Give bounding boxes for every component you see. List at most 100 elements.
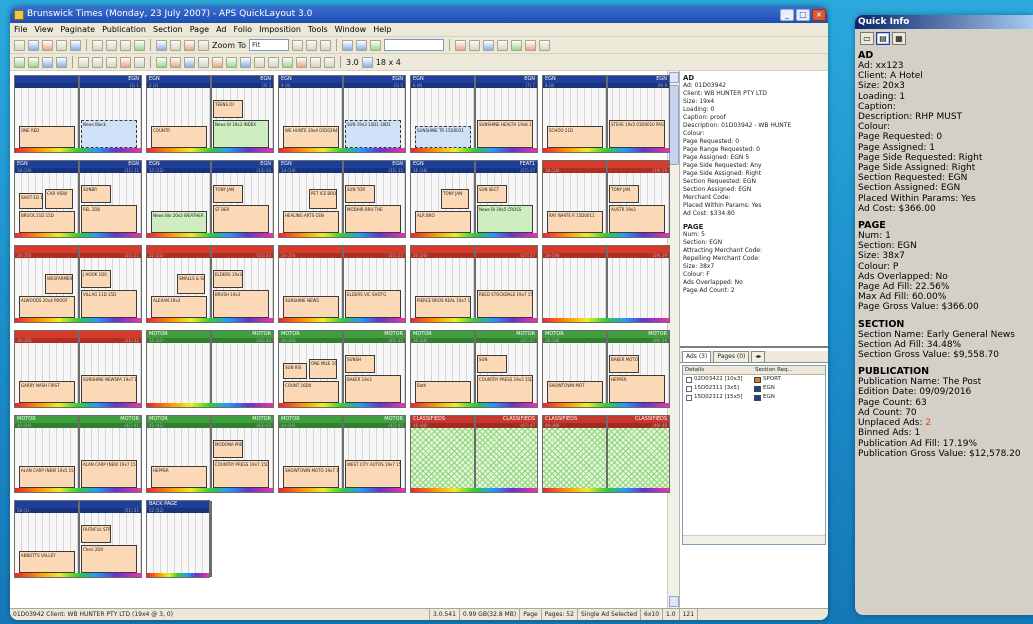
menu-section[interactable]: Section (153, 23, 183, 36)
ad-block[interactable]: News Bl 19x3 INDEX (213, 120, 269, 148)
zoom-out-icon[interactable] (306, 39, 318, 51)
grid-size-icon[interactable] (361, 56, 373, 68)
ad-block[interactable]: COUNTR (151, 126, 207, 148)
menu-publication[interactable]: Publication (102, 23, 146, 36)
menu-view[interactable]: View (34, 23, 53, 36)
tab-pages[interactable]: Pages (0) (713, 351, 750, 362)
page-spread[interactable]: MOTOR MOTOR 34 (34) (35) 35 BAKER 19x3 COUNT … (278, 330, 406, 408)
bin-icon[interactable] (455, 39, 467, 51)
ad-block[interactable]: HEALING ARTS CEN (283, 211, 339, 233)
ad-block[interactable]: PET ICE BRO (309, 189, 337, 209)
add-page-icon[interactable] (156, 56, 167, 68)
scroll-up-arrow[interactable] (669, 72, 679, 83)
save-icon[interactable] (42, 39, 53, 51)
ad-block[interactable]: MODHIR BRU THE (345, 205, 401, 233)
page-spread[interactable]: EGN EGN 12 (12) (13) 13 ST BER News Blo 20x3 … (146, 160, 274, 238)
page-spread[interactable]: EGNEGN6 (6)(7) 7SUNSHINE HEALTH 19x8 15D… (410, 75, 538, 153)
column-details[interactable]: Details (683, 366, 753, 374)
ad-block[interactable]: ABBOTTS VALLEY (19, 551, 75, 573)
row-checkbox[interactable] (686, 394, 692, 401)
page-spread[interactable]: 22 (22) (23) 23 BRUSH 19x3 ALEXAN 19x3 ELDER… (146, 245, 274, 323)
ad-block[interactable]: News Blo 20x3 WEATHER (151, 211, 207, 233)
view-details-icon[interactable]: ▤ (876, 32, 890, 45)
ad-block[interactable]: WE HUNTE 19x4 01D03942 proof (283, 126, 339, 148)
distribute-icon[interactable] (324, 56, 335, 68)
menu-paginate[interactable]: Paginate (60, 23, 95, 36)
section-icon[interactable] (212, 56, 223, 68)
page-spread[interactable]: EGN EGN 4 (4) (5) 5 SUN 19x3 14D1 18D1 WE HUN… (278, 75, 406, 153)
spread-page-area[interactable] (147, 513, 209, 573)
move-icon[interactable] (78, 56, 89, 68)
ad-block[interactable]: SUNSHINE NEWSPA 19x7 15D0230 PROPERTY GU… (81, 375, 137, 403)
ad-block[interactable]: SHOWTOWN MOT (547, 381, 603, 403)
page-select[interactable] (384, 39, 445, 51)
minimize-button[interactable]: _ (780, 8, 794, 21)
menu-tools[interactable]: Tools (308, 23, 328, 36)
ad-list-scrollbar[interactable] (683, 535, 825, 544)
ad-block[interactable]: SHOWTOWN MOTO 19x7 15D0309 proof (283, 466, 339, 488)
scroll-down-arrow[interactable] (669, 596, 679, 607)
folio-icon[interactable] (226, 56, 237, 68)
row-checkbox[interactable] (686, 376, 692, 383)
ad-list-row[interactable]: 15D02312 [15x5] EGN (683, 393, 825, 402)
page-spread[interactable]: CLASSIFIEDS CLASSIFIEDS 48 (48) (49) 49 (542, 415, 670, 493)
ad-block[interactable]: SMALLS & SCOLLARD (177, 274, 205, 294)
spread-icon[interactable] (198, 39, 209, 51)
ad-block[interactable]: ONE RED (19, 126, 75, 148)
page-spread[interactable]: MOTOR MOTOR 36 (36) (37) 37 COUNTRY PRESS 19… (410, 330, 538, 408)
menu-page[interactable]: Page (190, 23, 209, 36)
menu-folio[interactable]: Folio (234, 23, 253, 36)
place-icon[interactable] (14, 56, 25, 68)
ad-block[interactable]: J HOOK 1D0 (81, 270, 111, 288)
colour-icon[interactable] (198, 56, 209, 68)
ad-block[interactable]: SUN 19x3 14D1 18D1 (345, 120, 401, 148)
view-list-icon[interactable]: ▭ (860, 32, 874, 45)
page-spread[interactable]: MOTOR MOTOR 32 (32) (33) 33 (146, 330, 274, 408)
close-button[interactable]: × (812, 8, 826, 21)
ad-block[interactable]: ALAN CARP (NEW 19x5 15D0000 (19, 466, 75, 488)
page-spread[interactable]: EGN EGN 10 (10) (11) 11 REL 2D8 BRUCK 21D 15D… (14, 160, 142, 238)
ad-block[interactable]: ALAN CARP (NEW 19x7 15D0204 proof (81, 460, 137, 488)
ad-block[interactable]: ALEXAN 19x3 (151, 296, 207, 318)
filter-icon[interactable] (296, 56, 307, 68)
layout-canvas[interactable]: EGN (1) 1 News Block ONE RED EGN EGN 2 (2) (3) … (10, 71, 680, 608)
page-spread[interactable]: EGN EGN 14 (14) (15) 15 MODHIR BRU THE HEALIN… (278, 160, 406, 238)
ad-block[interactable]: SCHOO 21D (547, 126, 603, 148)
ad-block[interactable]: TONY JAN (213, 185, 243, 203)
ad-block[interactable]: SUNSHINE TR 15D0021 (415, 126, 471, 148)
page-spread[interactable]: MOTOR MOTOR 42 (42) (43) 43 COUNTRY PRESS 19… (146, 415, 274, 493)
ad-block[interactable]: Cheri 2D0 (81, 545, 137, 573)
ad-block[interactable]: STEVE 19x5 01D0010 PAGE 9 (609, 120, 665, 148)
ad-block[interactable]: BRUSH 19x3 (213, 290, 269, 318)
preview-icon[interactable] (70, 39, 81, 51)
ad-block[interactable]: TONY JAN (609, 185, 639, 203)
ad-block[interactable]: AUSTR 19x3 (609, 205, 665, 233)
page-spread[interactable]: EGN (1) 1 News Block ONE RED (14, 75, 142, 153)
ad-block[interactable]: REL 2D8 (81, 205, 137, 233)
view-grid-icon[interactable]: ▦ (892, 32, 906, 45)
unplace-all-icon[interactable] (56, 56, 67, 68)
page-spread[interactable]: BACK PAGE 52 (52) (146, 500, 212, 578)
ad-block[interactable]: COUNTRY PRESS 19x7 15D0410 Toyota (213, 460, 269, 488)
copy-icon[interactable] (106, 39, 117, 51)
menu-window[interactable]: Window (335, 23, 367, 36)
page-spread[interactable]: EGN FEAT1 16 (16) (17) 17 News Bl 19x5 CROSS… (410, 160, 538, 238)
new-icon[interactable] (14, 39, 25, 51)
open-icon[interactable] (28, 39, 39, 51)
column-section-requested[interactable]: Section Req... (753, 366, 825, 374)
ad-block[interactable]: VILLAG 11D 15D (81, 290, 137, 318)
menu-ad[interactable]: Ad (216, 23, 226, 36)
flag-icon[interactable] (120, 56, 131, 68)
ad-block[interactable]: REED STOCKDALE 19x7 15D0102 (477, 290, 533, 318)
cut-icon[interactable] (92, 39, 103, 51)
ad-block[interactable]: SUNSHINE NEWS (283, 296, 339, 318)
unplace-icon[interactable] (42, 56, 53, 68)
first-page-icon[interactable] (342, 39, 354, 51)
ad-block[interactable]: HEPPER (609, 375, 665, 403)
arrow-right-icon[interactable] (268, 56, 279, 68)
align-icon[interactable] (310, 56, 321, 68)
tab-more[interactable]: ◂▸ (751, 351, 766, 362)
row-checkbox[interactable] (686, 385, 692, 392)
ad-block[interactable]: SUNSH (345, 355, 375, 373)
ad-block[interactable]: COUNT 16D0 (283, 381, 339, 403)
